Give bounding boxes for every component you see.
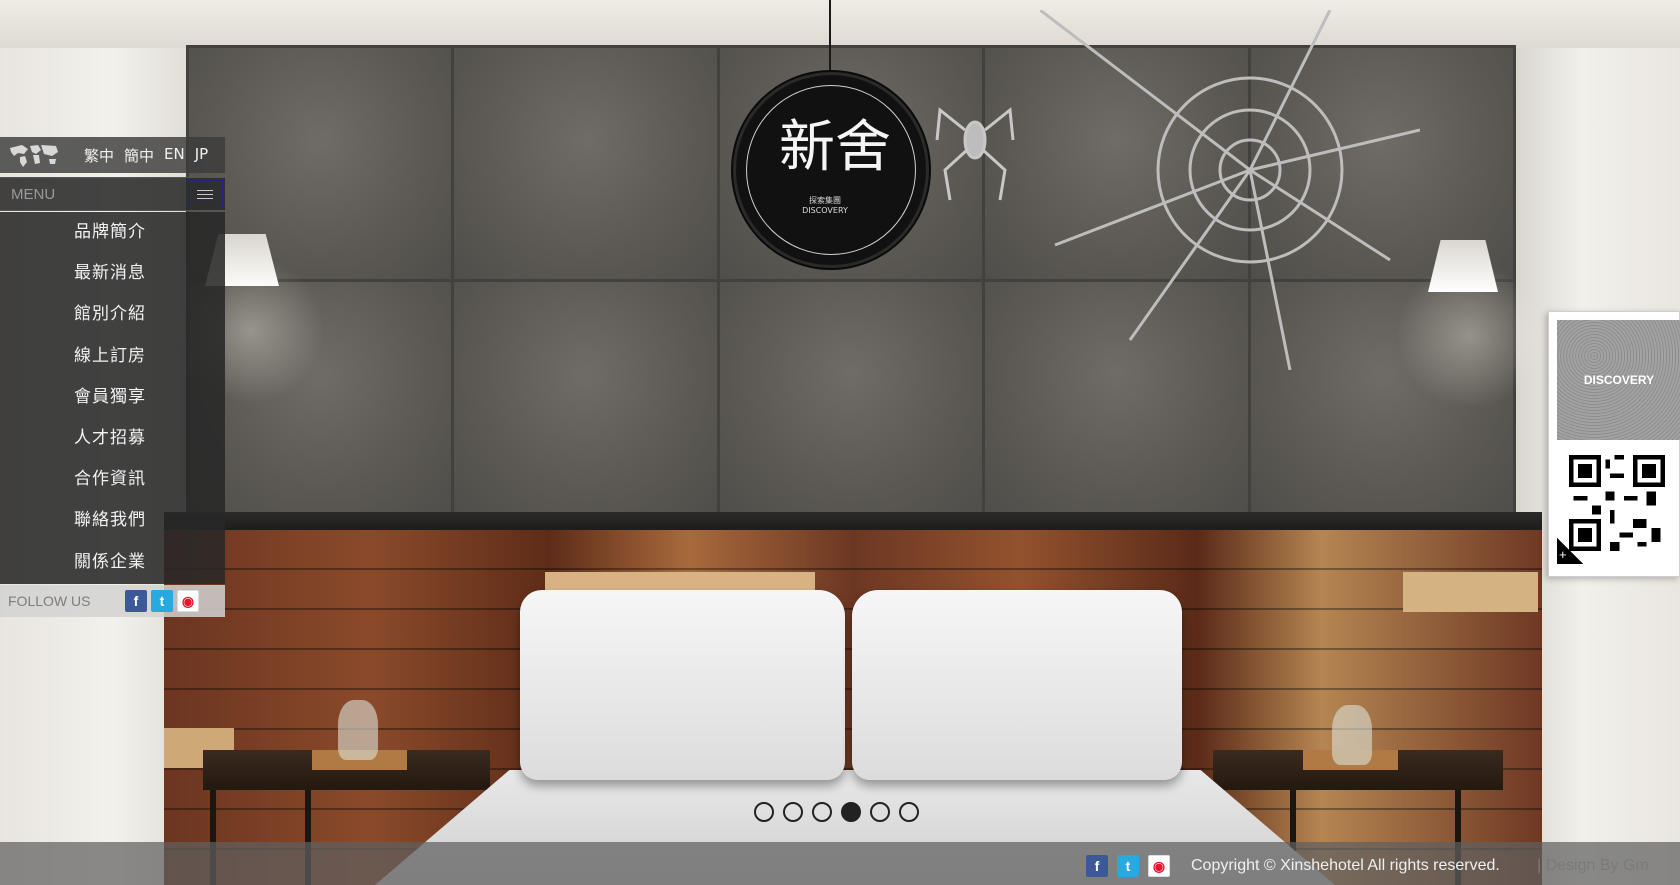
main-menu: 品牌簡介 最新消息 館別介紹 線上訂房 會員獨享 人才招募 合作資訊 聯絡我們 … — [0, 212, 225, 584]
logo-subtitle: 探索集團 DISCOVERY — [770, 196, 880, 216]
menu-item-affiliates[interactable]: 關係企業 — [0, 542, 225, 583]
plus-icon: + — [1559, 547, 1567, 562]
menu-item-partnership[interactable]: 合作資訊 — [0, 459, 225, 500]
twitter-icon[interactable]: t — [1117, 855, 1139, 877]
menu-item-members[interactable]: 會員獨享 — [0, 377, 225, 418]
slider-dot[interactable] — [870, 802, 890, 822]
menu-item-booking[interactable]: 線上訂房 — [0, 336, 225, 377]
lang-simplified-chinese[interactable]: 簡中 — [124, 145, 154, 166]
slider-dot[interactable] — [812, 802, 832, 822]
slider-dot[interactable] — [899, 802, 919, 822]
spider-decoration — [935, 107, 1015, 201]
menu-header: MENU — [0, 177, 225, 211]
qr-code-icon — [1569, 455, 1665, 551]
lang-english[interactable]: EN — [164, 145, 185, 166]
design-credit-link[interactable]: | Design By Gm — [1537, 857, 1649, 875]
follow-social-icons: f t ◉ — [125, 590, 199, 612]
weibo-icon[interactable]: ◉ — [177, 590, 199, 612]
logo-hanging-string — [829, 0, 831, 74]
slider-pagination — [754, 802, 919, 822]
hamburger-icon — [197, 189, 213, 199]
slider-dot[interactable] — [783, 802, 803, 822]
menu-label: MENU — [11, 186, 56, 203]
menu-toggle-button[interactable] — [187, 180, 223, 208]
menu-item-hotels[interactable]: 館別介紹 — [0, 294, 225, 335]
wood-plank-light — [1403, 572, 1538, 612]
pillow-left — [520, 590, 845, 780]
menu-item-news[interactable]: 最新消息 — [0, 253, 225, 294]
lang-traditional-chinese[interactable]: 繁中 — [84, 145, 114, 166]
menu-item-brand[interactable]: 品牌簡介 — [0, 212, 225, 253]
weibo-icon[interactable]: ◉ — [1148, 855, 1170, 877]
ceiling — [0, 0, 1680, 48]
twitter-icon[interactable]: t — [151, 590, 173, 612]
plant-vase-left — [338, 700, 378, 760]
headboard-shelf — [164, 512, 1542, 532]
facebook-icon[interactable]: f — [125, 590, 147, 612]
logo-subtitle-cn: 探索集團 — [809, 196, 841, 205]
spider-web-decoration — [1040, 10, 1420, 370]
slider-dot[interactable] — [754, 802, 774, 822]
logo-brand-name: 新舍 — [779, 115, 891, 180]
hero-background-photo: 新舍 探索集團 DISCOVERY — [0, 0, 1680, 885]
language-bar: 繁中 簡中 EN JP — [0, 137, 225, 173]
footer-social-icons: f t ◉ — [1086, 855, 1170, 877]
discovery-brand-tile: DISCOVERY — [1557, 320, 1680, 440]
lang-japanese[interactable]: JP — [195, 145, 208, 166]
plant-vase-right — [1332, 705, 1372, 765]
menu-item-careers[interactable]: 人才招募 — [0, 418, 225, 459]
world-map-icon — [8, 140, 64, 170]
logo-subtitle-en: DISCOVERY — [802, 206, 848, 215]
follow-us-bar: FOLLOW US f t ◉ — [0, 585, 225, 617]
qr-code-card[interactable]: DISCOVERY + — [1548, 311, 1680, 577]
copyright-text: Copyright © Xinshehotel All rights reser… — [1191, 857, 1500, 874]
facebook-icon[interactable]: f — [1086, 855, 1108, 877]
pillow-right — [852, 590, 1182, 780]
footer-bar: f t ◉ Copyright © Xinshehotel All rights… — [0, 842, 1680, 885]
slider-dot[interactable] — [841, 802, 861, 822]
menu-item-contact[interactable]: 聯絡我們 — [0, 500, 225, 541]
follow-us-label: FOLLOW US — [8, 593, 91, 609]
